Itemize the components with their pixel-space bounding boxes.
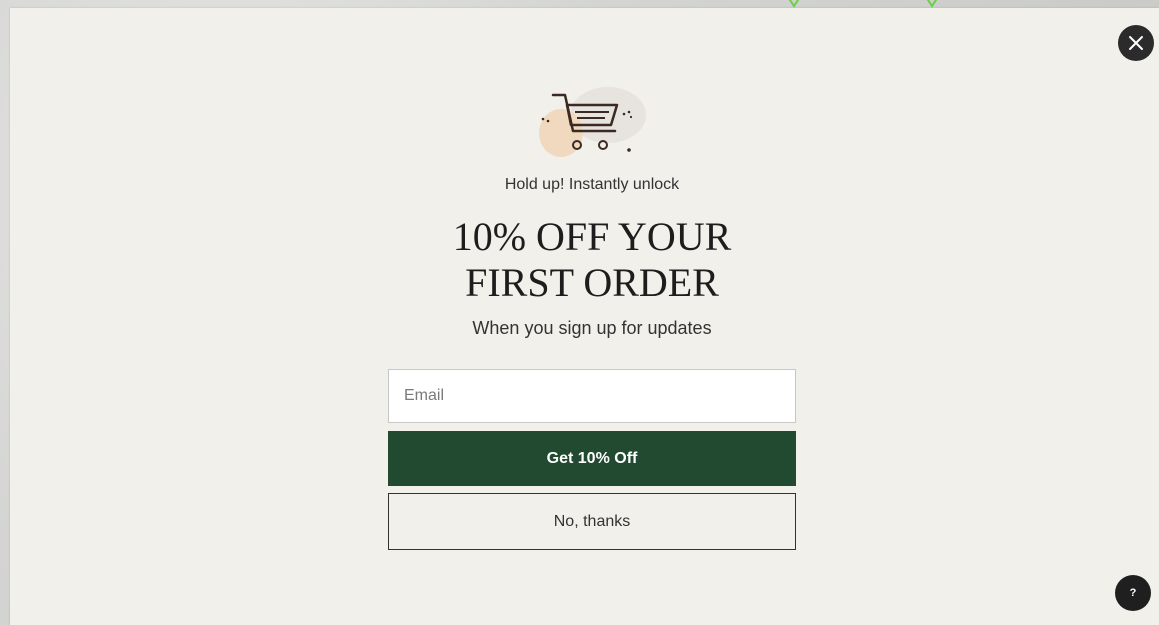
popup-subline: When you sign up for updates [472,318,712,338]
close-icon [1129,36,1143,50]
no-thanks-button[interactable]: No, thanks [388,493,796,550]
help-button[interactable]: ? [1115,575,1151,611]
headline-line-1: 10% OFF YOUR [452,214,732,259]
close-button[interactable] [1118,25,1154,61]
headline-line-2: FIRST ORDER [465,260,719,305]
get-discount-button[interactable]: Get 10% Off [388,431,796,486]
shopping-cart-icon [539,87,646,157]
help-icon: ? [1129,587,1137,599]
email-field[interactable] [388,369,796,423]
popup-kicker: Hold up! Instantly unlock [504,176,680,193]
popup-headline: 10% OFF YOUR FIRST ORDER [392,214,792,306]
